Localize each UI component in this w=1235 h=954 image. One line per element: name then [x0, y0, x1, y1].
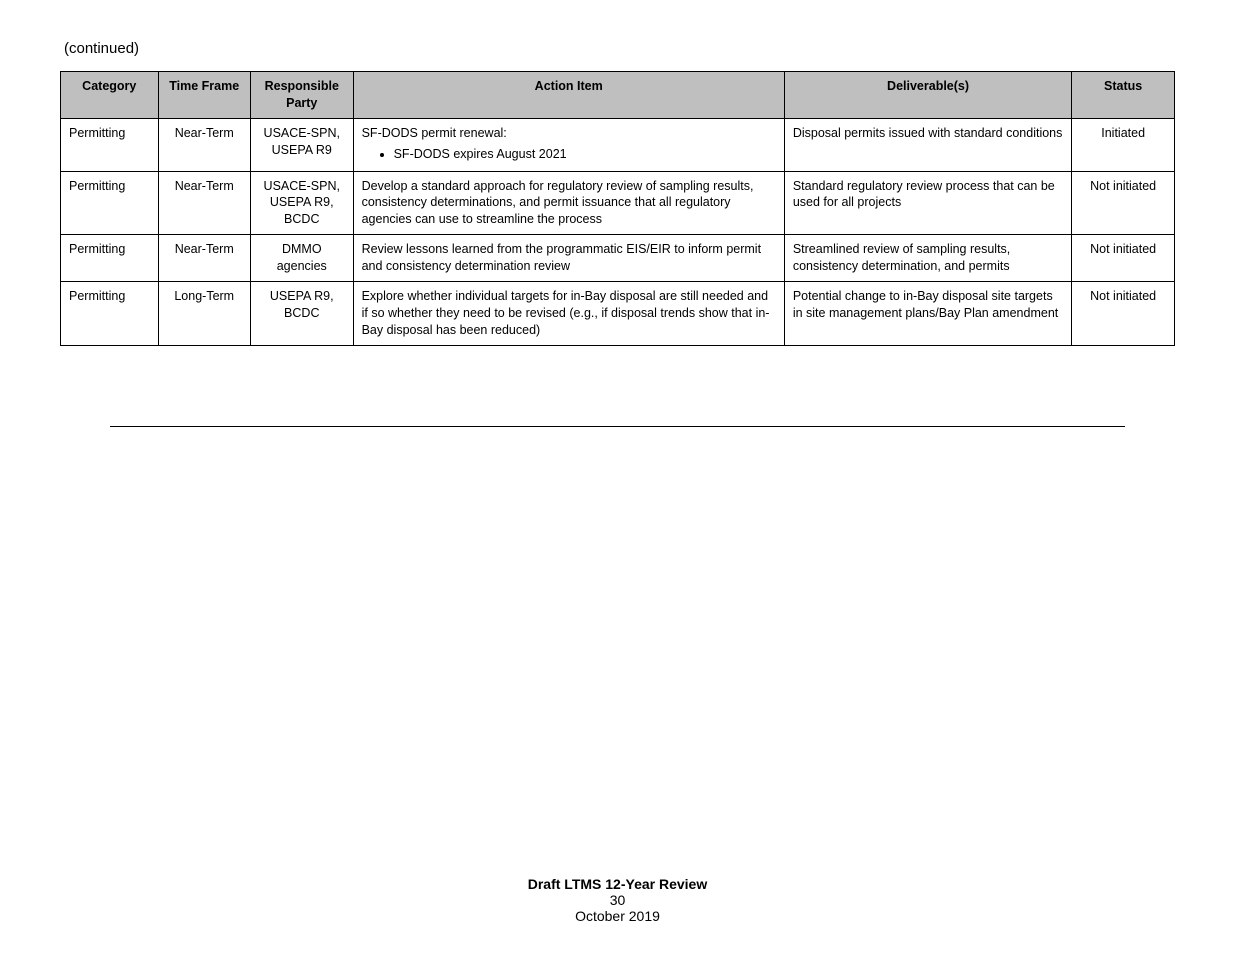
- cell-status: Not initiated: [1072, 235, 1175, 282]
- cell-category: Permitting: [61, 171, 159, 235]
- action-bullet: SF-DODS expires August 2021: [394, 146, 776, 163]
- col-header-action: Action Item: [353, 72, 784, 119]
- cell-action: Develop a standard approach for regulato…: [353, 171, 784, 235]
- cell-responsible: USACE-SPN, USEPA R9: [250, 118, 353, 171]
- table-header-row: Category Time Frame Responsible Party Ac…: [61, 72, 1175, 119]
- table-row: Permitting Near-Term USACE-SPN, USEPA R9…: [61, 118, 1175, 171]
- footer-separator: [110, 426, 1125, 427]
- cell-responsible: USACE-SPN, USEPA R9, BCDC: [250, 171, 353, 235]
- cell-category: Permitting: [61, 118, 159, 171]
- cell-action: Review lessons learned from the programm…: [353, 235, 784, 282]
- footer-date: October 2019: [575, 908, 660, 924]
- cell-status: Initiated: [1072, 118, 1175, 171]
- cell-timeframe: Near-Term: [158, 118, 250, 171]
- cell-responsible: DMMO agencies: [250, 235, 353, 282]
- cell-category: Permitting: [61, 235, 159, 282]
- footer-page-number: 30: [610, 892, 626, 908]
- document-page: (continued) Category Time Frame Responsi…: [0, 0, 1235, 954]
- col-header-deliverable: Deliverable(s): [784, 72, 1071, 119]
- col-header-timeframe: Time Frame: [158, 72, 250, 119]
- continued-label: (continued): [64, 40, 1175, 57]
- col-header-status: Status: [1072, 72, 1175, 119]
- cell-timeframe: Near-Term: [158, 235, 250, 282]
- table-row: Permitting Near-Term USACE-SPN, USEPA R9…: [61, 171, 1175, 235]
- cell-status: Not initiated: [1072, 171, 1175, 235]
- page-footer: Draft LTMS 12-Year Review 30 October 201…: [0, 876, 1235, 924]
- cell-category: Permitting: [61, 281, 159, 345]
- cell-responsible: USEPA R9, BCDC: [250, 281, 353, 345]
- action-bullets: SF-DODS expires August 2021: [362, 146, 776, 163]
- footer-title: Draft LTMS 12-Year Review: [528, 876, 707, 892]
- cell-timeframe: Long-Term: [158, 281, 250, 345]
- table-row: Permitting Near-Term DMMO agencies Revie…: [61, 235, 1175, 282]
- cell-deliverable: Potential change to in-Bay disposal site…: [784, 281, 1071, 345]
- cell-timeframe: Near-Term: [158, 171, 250, 235]
- action-items-table: Category Time Frame Responsible Party Ac…: [60, 71, 1175, 346]
- table-row: Permitting Long-Term USEPA R9, BCDC Expl…: [61, 281, 1175, 345]
- col-header-responsible: Responsible Party: [250, 72, 353, 119]
- cell-deliverable: Disposal permits issued with standard co…: [784, 118, 1071, 171]
- cell-status: Not initiated: [1072, 281, 1175, 345]
- cell-deliverable: Standard regulatory review process that …: [784, 171, 1071, 235]
- cell-deliverable: Streamlined review of sampling results, …: [784, 235, 1071, 282]
- action-intro: SF-DODS permit renewal:: [362, 125, 776, 142]
- col-header-category: Category: [61, 72, 159, 119]
- cell-action: SF-DODS permit renewal: SF-DODS expires …: [353, 118, 784, 171]
- cell-action: Explore whether individual targets for i…: [353, 281, 784, 345]
